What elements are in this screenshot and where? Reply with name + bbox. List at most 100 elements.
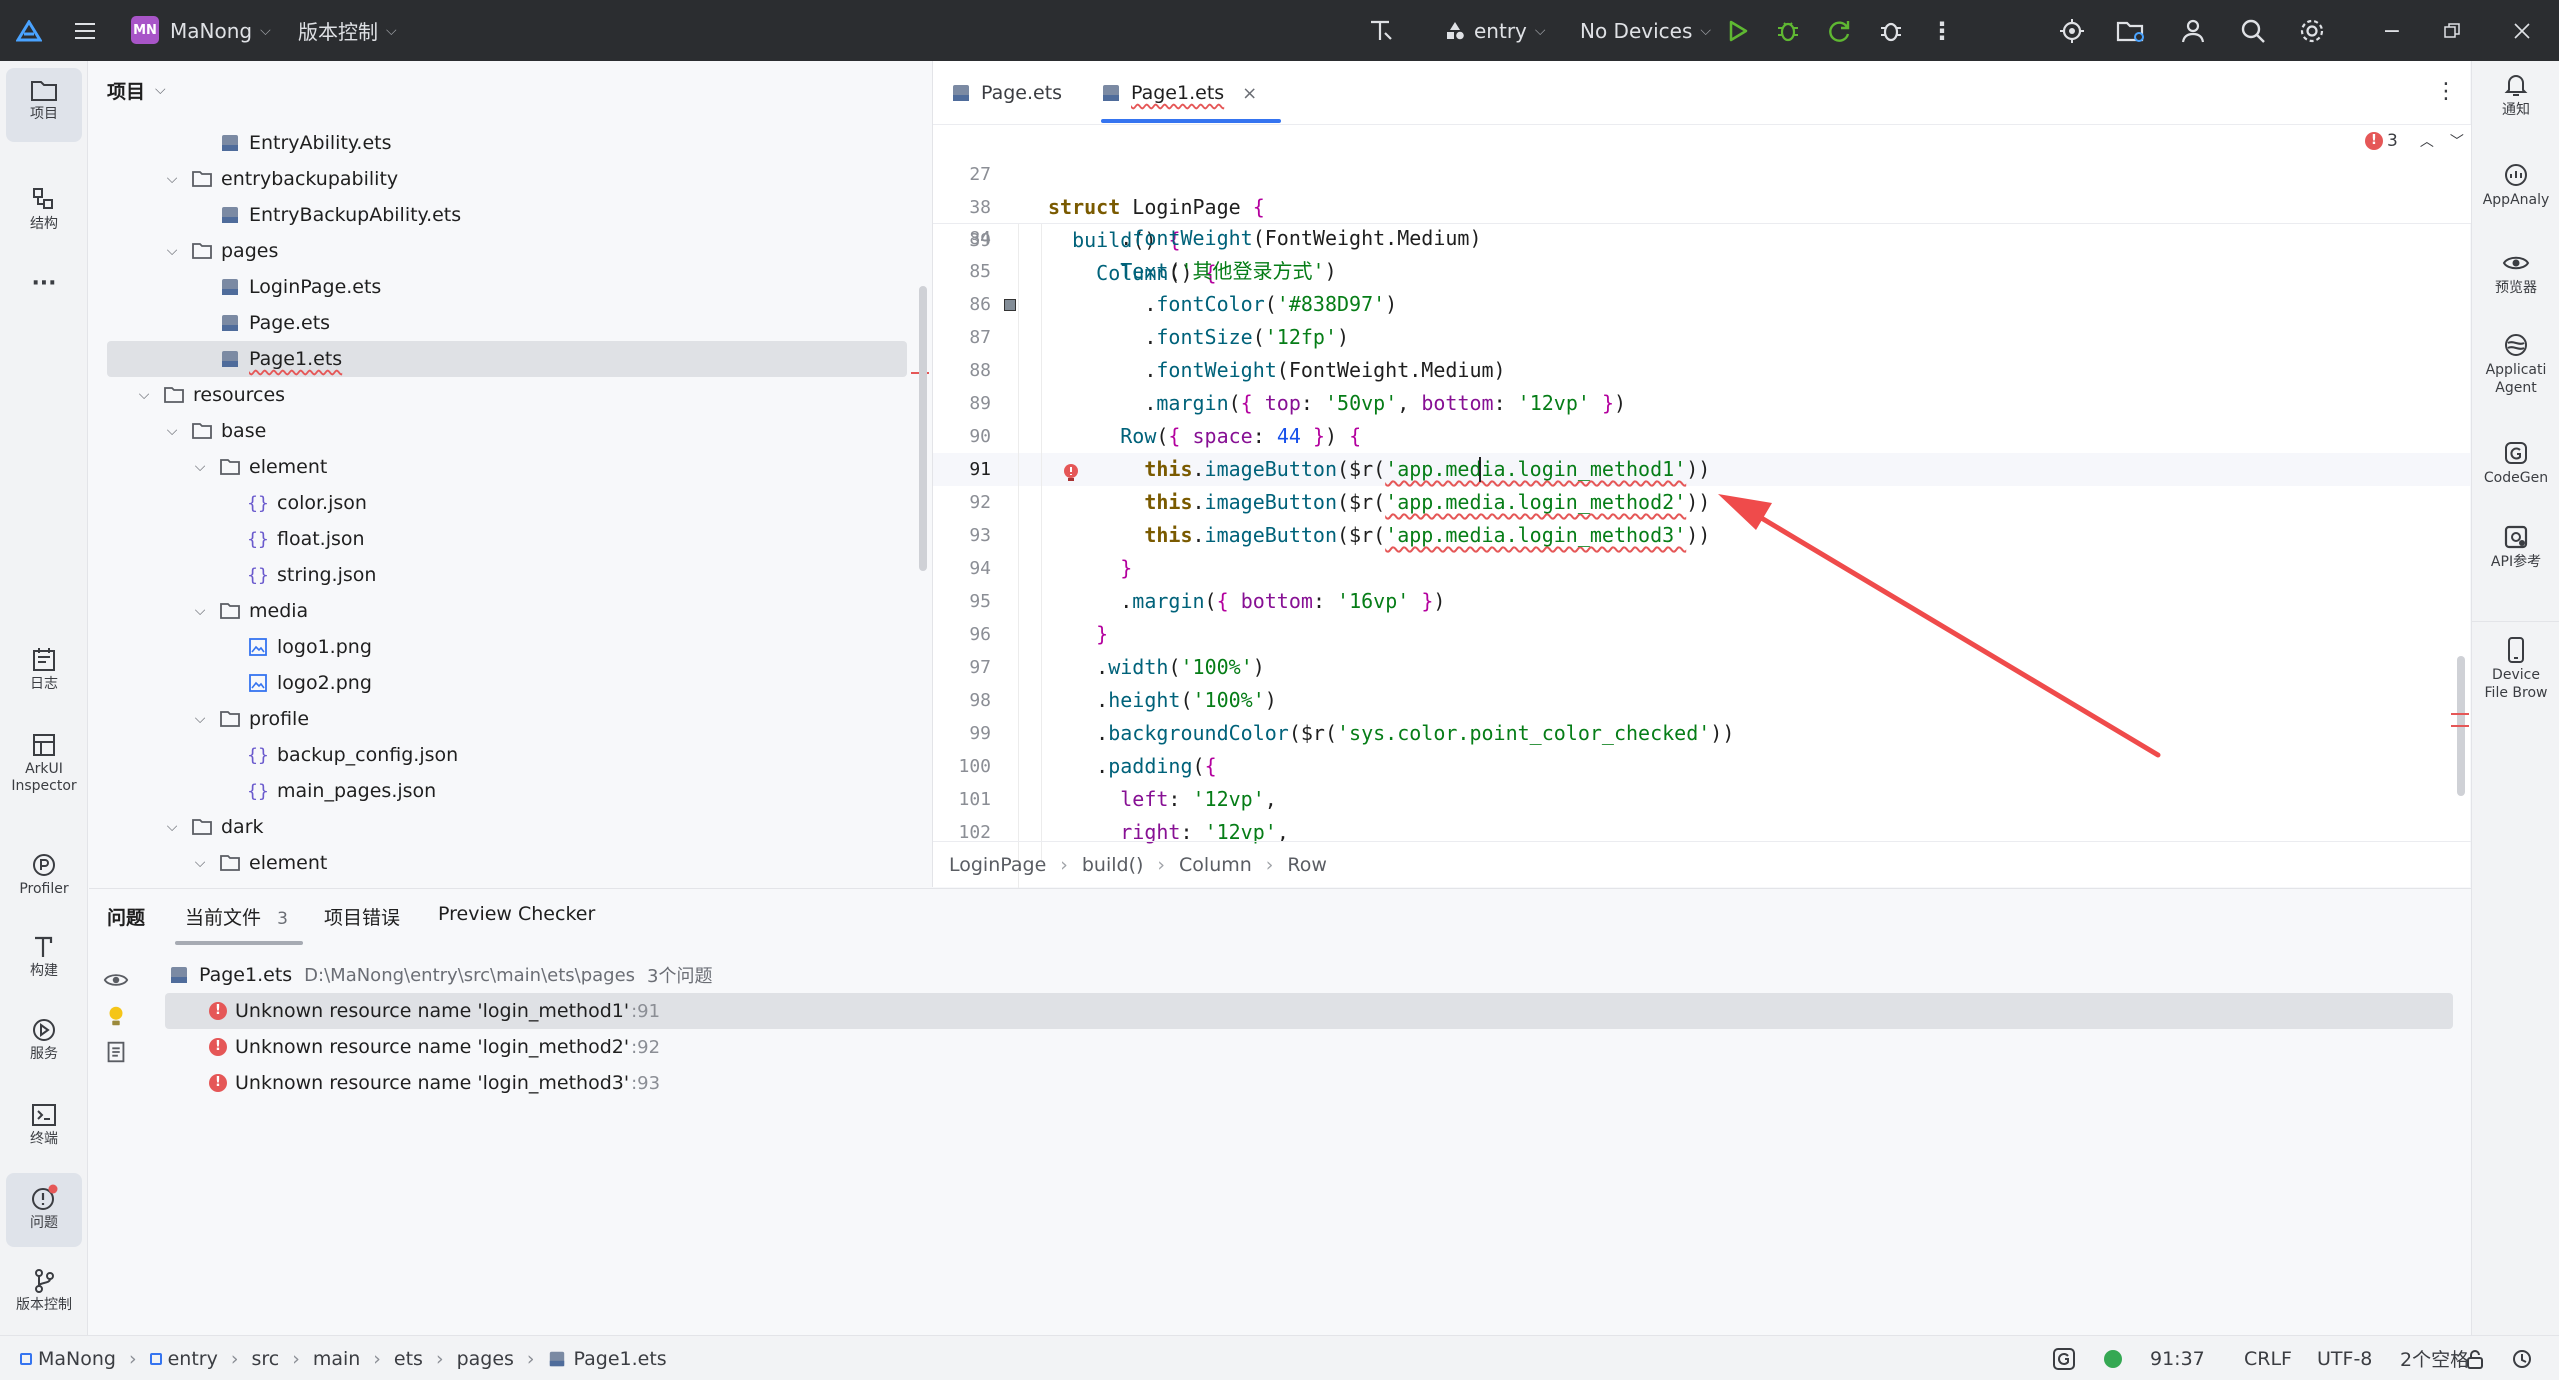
path-segment[interactable]: Page1.ets [574, 1348, 667, 1370]
eye-icon[interactable] [103, 967, 131, 995]
code-line[interactable]: 101 left: '12vp', [933, 783, 2471, 816]
target-icon[interactable] [2055, 14, 2089, 48]
tree-file[interactable]: EntryBackupAbility.ets [191, 197, 461, 233]
code-line[interactable]: 95 .margin({ bottom: '16vp' }) [933, 585, 2471, 618]
vcs-tool-button[interactable]: 版本控制 [6, 1257, 82, 1331]
close-tab-icon[interactable]: × [1242, 83, 1257, 104]
tab-page1-ets-active[interactable]: Page1.ets × [1101, 73, 1257, 113]
appanalyzer-button[interactable]: AppAnaly [2472, 161, 2559, 233]
grammar-icon[interactable] [2052, 1336, 2076, 1380]
close-icon[interactable] [2505, 14, 2539, 48]
tab-current-file[interactable]: 当前文件 3 [185, 903, 288, 930]
module-selector[interactable]: entry ⌵ [1444, 0, 1546, 61]
tab-preview-checker[interactable]: Preview Checker [438, 903, 595, 925]
tree-folder[interactable]: ⌵ base [163, 413, 267, 449]
error-bulb-icon[interactable] [1062, 460, 1080, 481]
code-line[interactable]: 97 .width('100%') [933, 651, 2471, 684]
tree-file[interactable]: LoginPage.ets [191, 269, 381, 305]
tree-file[interactable]: logo2.png [219, 665, 372, 701]
tree-file[interactable]: Page.ets [191, 305, 330, 341]
tab-page-ets[interactable]: Page.ets [951, 73, 1062, 113]
problems-tool-button[interactable]: 问题 [6, 1173, 82, 1247]
tree-folder[interactable]: ⌵ element [191, 845, 328, 881]
previewer-button[interactable]: 预览器 [2472, 249, 2559, 321]
build-tool-button[interactable]: 构建 [6, 923, 82, 997]
profiler-tool-button[interactable]: Profiler [6, 841, 82, 915]
document-icon[interactable] [103, 1039, 131, 1067]
tree-file[interactable]: logo1.png [219, 629, 372, 665]
structure-tool-button[interactable]: 结构 [6, 176, 82, 250]
indent-setting[interactable]: 2个空格 [2400, 1336, 2469, 1380]
code-line[interactable]: 100 .padding({ [933, 750, 2471, 783]
apply-changes-icon[interactable] [1823, 15, 1855, 47]
font-tool-icon[interactable] [1364, 14, 1398, 48]
log-tool-button[interactable]: 日志 [6, 636, 82, 710]
account-icon[interactable] [2176, 14, 2210, 48]
breadcrumb-item[interactable]: LoginPage [949, 854, 1046, 876]
app-logo-icon[interactable] [14, 16, 44, 46]
project-panel-header[interactable]: 项目 ⌵ [107, 76, 166, 104]
path-segment[interactable]: pages [457, 1348, 514, 1370]
chevron-down-icon[interactable]: ﹀ [2450, 131, 2464, 151]
error-stripe-marker[interactable] [2451, 713, 2469, 727]
minimize-icon[interactable]: − [2375, 14, 2409, 48]
settings-icon[interactable] [2511, 1336, 2533, 1380]
restore-icon[interactable] [2435, 14, 2469, 48]
code-line[interactable]: 88 .fontWeight(FontWeight.Medium) [933, 354, 2471, 387]
tree-file[interactable]: {} backup_config.json [219, 737, 458, 773]
tree-file[interactable]: EntryAbility.ets [191, 125, 392, 161]
codegenie-button[interactable]: CodeGen [2472, 439, 2559, 511]
more-tools-button[interactable]: ··· [6, 261, 82, 305]
debug-icon[interactable] [1772, 15, 1804, 47]
gear-icon[interactable] [2295, 14, 2329, 48]
chevron-down-icon[interactable]: ⌵ [191, 459, 209, 475]
code-line[interactable]: 91 this.imageButton($r('app.media.login_… [933, 453, 2471, 486]
api-reference-button[interactable]: API参考 [2472, 523, 2559, 595]
problem-item[interactable]: ! Unknown resource name 'login_method3':9… [165, 1065, 2453, 1101]
code-line[interactable]: 87 .fontSize('12fp') [933, 321, 2471, 354]
agent-button[interactable]: Applicati Agent [2472, 331, 2559, 423]
tree-folder[interactable]: ⌵ dark [163, 809, 264, 845]
error-counter[interactable]: ! 3 ︿ ﹀ [2365, 131, 2464, 151]
arkui-inspector-button[interactable]: ArkUI Inspector [6, 721, 82, 809]
attach-debugger-icon[interactable] [1875, 15, 1907, 47]
chevron-down-icon[interactable]: ⌵ [135, 387, 153, 403]
device-file-browser-button[interactable]: Device File Brow [2472, 621, 2559, 713]
main-menu-icon[interactable] [70, 16, 100, 46]
color-swatch-icon[interactable] [1004, 299, 1016, 311]
breadcrumb-item[interactable]: build() [1082, 854, 1144, 876]
run-icon[interactable] [1722, 15, 1754, 47]
tree-folder[interactable]: ⌵ element [191, 449, 328, 485]
code-line[interactable]: 99 .backgroundColor($r('sys.color.point_… [933, 717, 2471, 750]
project-switcher[interactable]: MaNong ⌵ [170, 0, 271, 61]
path-segment[interactable]: MaNong [38, 1348, 116, 1370]
chevron-down-icon[interactable]: ⌵ [191, 603, 209, 619]
code-line[interactable]: 92 this.imageButton($r('app.media.login_… [933, 486, 2471, 519]
code-line[interactable]: 85 Text('其他登录方式') [933, 255, 2471, 288]
tree-file[interactable]: Page1.ets [107, 341, 907, 377]
chevron-down-icon[interactable]: ⌵ [163, 171, 181, 187]
path-segment[interactable]: main [313, 1348, 360, 1370]
tree-file[interactable]: {} string.json [219, 557, 376, 593]
tree-folder[interactable]: ⌵ resources [135, 377, 285, 413]
problem-item[interactable]: ! Unknown resource name 'login_method1':9… [165, 993, 2453, 1029]
device-selector[interactable]: No Devices ⌵ [1580, 0, 1711, 61]
code-area[interactable]: 84 .fontWeight(FontWeight.Medium) 85 Text… [933, 224, 2471, 904]
line-separator[interactable]: CRLF [2244, 1336, 2292, 1380]
path-segment[interactable]: ets [394, 1348, 423, 1370]
services-tool-button[interactable]: 服务 [6, 1006, 82, 1080]
project-tool-button[interactable]: 项目 [6, 68, 82, 142]
tree-file[interactable]: {} color.json [219, 485, 367, 521]
vcs-menu[interactable]: 版本控制 ⌵ [298, 0, 397, 61]
path-segment[interactable]: entry [168, 1348, 218, 1370]
code-line[interactable]: 90 Row({ space: 44 }) { [933, 420, 2471, 453]
tab-project-errors[interactable]: 项目错误 [324, 903, 400, 930]
cursor-position[interactable]: 91:37 [2150, 1336, 2205, 1380]
breadcrumb-item[interactable]: Column [1179, 854, 1252, 876]
code-line[interactable]: 86 .fontColor('#838D97') [933, 288, 2471, 321]
notifications-button[interactable]: 通知 [2472, 71, 2559, 143]
chevron-down-icon[interactable]: ⌵ [163, 423, 181, 439]
code-line[interactable]: 96 } [933, 618, 2471, 651]
code-line[interactable]: 98 .height('100%') [933, 684, 2471, 717]
tree-folder[interactable]: ⌵ entrybackupability [163, 161, 398, 197]
